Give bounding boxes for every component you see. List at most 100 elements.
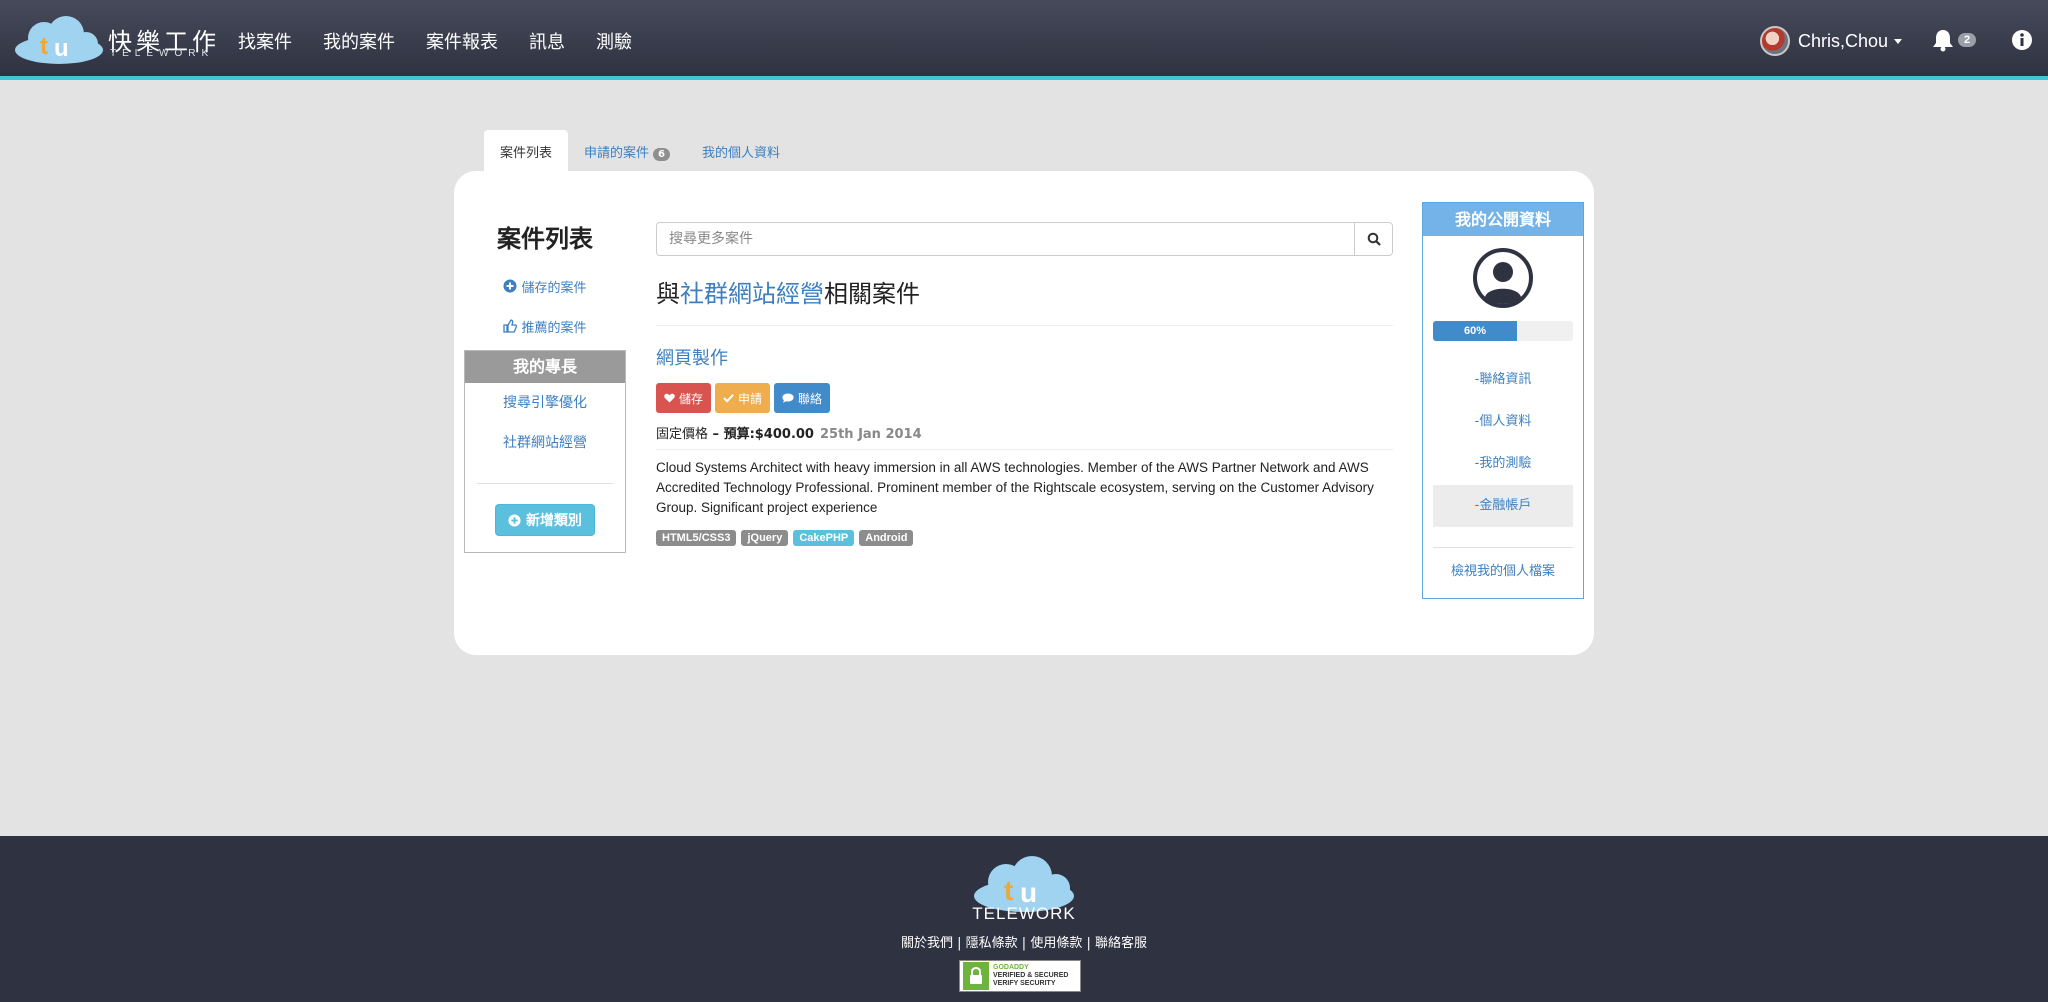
privacy-link[interactable]: 隱私條款 bbox=[966, 936, 1018, 951]
svg-text:t: t bbox=[40, 33, 48, 60]
search-input[interactable] bbox=[656, 222, 1355, 256]
profile-panel-title: 我的公開資料 bbox=[1423, 203, 1583, 236]
separator: | bbox=[1017, 936, 1031, 951]
heart-icon bbox=[664, 393, 675, 403]
search-bar bbox=[656, 222, 1393, 256]
nav-job-reports[interactable]: 案件報表 bbox=[426, 28, 498, 54]
skill-tag: CakePHP bbox=[793, 530, 855, 546]
lock-icon bbox=[963, 962, 989, 990]
job-tags: HTML5/CSS3 jQuery CakePHP Android bbox=[656, 530, 1393, 546]
tab-label: 案件列表 bbox=[500, 146, 553, 161]
thumbs-up-icon bbox=[503, 319, 518, 333]
user-name: Chris,Chou bbox=[1798, 30, 1889, 51]
tab-applied-jobs[interactable]: 申請的案件 6 bbox=[568, 130, 686, 171]
divider bbox=[477, 483, 613, 484]
save-job-button[interactable]: 儲存 bbox=[656, 383, 712, 413]
heading-keyword: 社群網站經營 bbox=[680, 280, 824, 308]
apply-label: 申請 bbox=[738, 391, 763, 406]
telework-logo[interactable]: t u bbox=[14, 16, 104, 64]
avatar bbox=[1760, 26, 1790, 56]
contact-label: 聯絡 bbox=[798, 391, 823, 406]
terms-link[interactable]: 使用條款 bbox=[1030, 936, 1082, 951]
main-card: 案件列表 儲存的案件 推薦的案件 我的專長 搜尋引擎優化 社群網站經營 新增類別 bbox=[454, 171, 1594, 655]
job-item: 網頁製作 儲存 申請 聯絡 固定價格 – 預算:$400.00 25th Jan … bbox=[656, 344, 1393, 546]
top-navbar: t u 快樂工作 TELEWORK 找案件 我的案件 案件報表 訊息 測驗 Ch… bbox=[0, 0, 2048, 80]
footer: t u TELEWORK 關於我們 | 隱私條款 | 使用條款 | 聯絡客服 G… bbox=[0, 836, 2048, 1002]
divider bbox=[1433, 547, 1573, 548]
caret-down-icon bbox=[1894, 38, 1903, 44]
progress-fill: 60% bbox=[1433, 321, 1517, 341]
user-menu[interactable]: Chris,Chou bbox=[1760, 26, 1903, 56]
nav-tests[interactable]: 測驗 bbox=[596, 28, 632, 54]
tab-my-profile[interactable]: 我的個人資料 bbox=[686, 130, 796, 171]
seal-line-2: VERIFIED & SECURED bbox=[993, 972, 1069, 979]
public-profile-panel: 我的公開資料 60% -聯絡資訊 -個人資料 -我的測驗 -金融帳戶 檢視我的個… bbox=[1422, 202, 1584, 599]
logo-subtitle: TELEWORK bbox=[110, 48, 215, 59]
cloud-logo-icon: t u bbox=[15, 16, 103, 64]
contact-info-link[interactable]: -聯絡資訊 bbox=[1433, 359, 1573, 401]
check-icon bbox=[723, 394, 734, 403]
personal-info-link[interactable]: -個人資料 bbox=[1433, 401, 1573, 443]
seal-text: GODADDY VERIFIED & SECURED VERIFY SECURI… bbox=[993, 964, 1068, 988]
job-actions: 儲存 申請 聯絡 bbox=[656, 383, 1393, 413]
footer-logo-text: TELEWORK bbox=[972, 904, 1076, 923]
svg-text:t: t bbox=[1004, 875, 1013, 906]
nav-my-jobs[interactable]: 我的案件 bbox=[323, 28, 395, 54]
bank-account-link[interactable]: -金融帳戶 bbox=[1433, 485, 1573, 527]
left-sidebar: 案件列表 儲存的案件 推薦的案件 我的專長 搜尋引擎優化 社群網站經營 新增類別 bbox=[464, 219, 626, 553]
user-profile-icon bbox=[1473, 248, 1533, 308]
skill-tag: HTML5/CSS3 bbox=[656, 530, 737, 546]
plus-circle-icon bbox=[508, 514, 521, 527]
svg-text:u: u bbox=[54, 35, 69, 62]
job-price: 固定價格 – 預算:$400.00 25th Jan 2014 bbox=[656, 423, 1393, 450]
skill-item-seo[interactable]: 搜尋引擎優化 bbox=[465, 383, 625, 423]
tab-label: 我的個人資料 bbox=[702, 146, 781, 161]
recommended-jobs-label: 推薦的案件 bbox=[521, 320, 587, 336]
seal-line-1: GODADDY bbox=[993, 964, 1029, 971]
add-category-button[interactable]: 新增類別 bbox=[495, 504, 595, 536]
plus-circle-icon bbox=[503, 279, 517, 293]
about-link[interactable]: 關於我們 bbox=[901, 936, 953, 951]
separator: | bbox=[953, 936, 966, 951]
tab-label: 申請的案件 bbox=[584, 146, 650, 161]
view-profile-link[interactable]: 檢視我的個人檔案 bbox=[1423, 560, 1583, 579]
add-category-label: 新增類別 bbox=[525, 513, 582, 529]
skills-title: 我的專長 bbox=[465, 351, 625, 383]
main-nav: 找案件 我的案件 案件報表 訊息 測驗 bbox=[238, 28, 663, 54]
my-tests-link[interactable]: -我的測驗 bbox=[1433, 443, 1573, 485]
separator: | bbox=[1082, 936, 1095, 951]
results-heading: 與社群網站經營相關案件 bbox=[656, 274, 1393, 326]
profile-completion-bar: 60% bbox=[1433, 321, 1573, 341]
nav-find-jobs[interactable]: 找案件 bbox=[238, 28, 292, 54]
info-icon[interactable] bbox=[2011, 29, 2033, 51]
tab-job-list[interactable]: 案件列表 bbox=[484, 130, 569, 171]
search-icon bbox=[1367, 232, 1381, 246]
saved-jobs-link[interactable]: 儲存的案件 bbox=[464, 266, 626, 306]
page-tabs: 案件列表 申請的案件 6 我的個人資料 bbox=[484, 130, 796, 171]
heading-suffix: 相關案件 bbox=[824, 280, 920, 308]
job-date: 25th Jan 2014 bbox=[819, 427, 922, 442]
price-type: 固定價格 bbox=[656, 427, 709, 442]
support-link[interactable]: 聯絡客服 bbox=[1095, 936, 1147, 951]
search-button[interactable] bbox=[1355, 222, 1393, 256]
footer-links: 關於我們 | 隱私條款 | 使用條款 | 聯絡客服 bbox=[0, 932, 2048, 951]
budget: – 預算:$400.00 bbox=[708, 427, 814, 442]
saved-jobs-label: 儲存的案件 bbox=[521, 280, 587, 296]
job-description: Cloud Systems Architect with heavy immer… bbox=[656, 460, 1374, 515]
seal-line-3: VERIFY SECURITY bbox=[993, 980, 1056, 987]
skill-item-social[interactable]: 社群網站經營 bbox=[465, 423, 625, 463]
contact-button[interactable]: 聯絡 bbox=[774, 383, 831, 413]
skill-tag: jQuery bbox=[741, 530, 789, 546]
skill-tag: Android bbox=[859, 530, 914, 546]
applied-count-badge: 6 bbox=[653, 148, 670, 161]
job-list: 與社群網站經營相關案件 網頁製作 儲存 申請 聯絡 固定價格 – 預算:$400… bbox=[656, 222, 1393, 546]
save-label: 儲存 bbox=[679, 391, 704, 406]
bell-icon[interactable] bbox=[1932, 28, 1954, 52]
profile-links: -聯絡資訊 -個人資料 -我的測驗 -金融帳戶 bbox=[1423, 359, 1583, 527]
recommended-jobs-link[interactable]: 推薦的案件 bbox=[464, 306, 626, 346]
nav-messages[interactable]: 訊息 bbox=[529, 28, 565, 54]
apply-job-button[interactable]: 申請 bbox=[715, 383, 771, 413]
godaddy-seal[interactable]: GODADDY VERIFIED & SECURED VERIFY SECURI… bbox=[959, 960, 1081, 992]
sidebar-title: 案件列表 bbox=[497, 225, 593, 253]
job-title-link[interactable]: 網頁製作 bbox=[656, 344, 1393, 370]
